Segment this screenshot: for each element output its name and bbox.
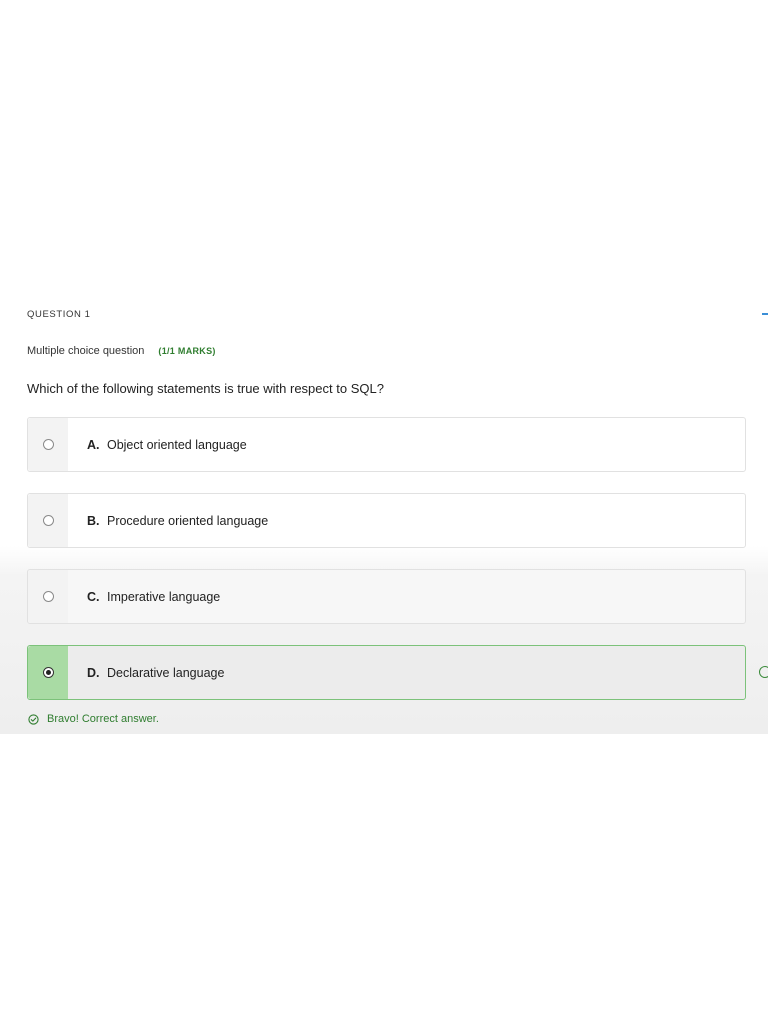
option-d-label: D. Declarative language xyxy=(87,666,224,680)
correct-status-icon xyxy=(759,666,768,678)
feedback: Bravo! Correct answer. xyxy=(28,713,159,725)
option-b-label: B. Procedure oriented language xyxy=(87,514,268,528)
option-b[interactable]: B. Procedure oriented language xyxy=(27,493,746,548)
option-a-letter: A. xyxy=(87,437,100,452)
option-c-label: C. Imperative language xyxy=(87,590,220,604)
option-c-radio[interactable] xyxy=(42,591,54,602)
question-text: Which of the following statements is tru… xyxy=(27,381,384,396)
option-d-radio[interactable] xyxy=(42,667,54,678)
option-d-radio-cell[interactable] xyxy=(28,646,68,699)
question-meta: Multiple choice question (1/1 MARKS) xyxy=(27,345,216,357)
option-a-label: A. Object oriented language xyxy=(87,438,247,452)
option-b-text: Procedure oriented language xyxy=(106,513,269,528)
option-a-radio-cell[interactable] xyxy=(28,418,68,471)
option-a[interactable]: A. Object oriented language xyxy=(27,417,746,472)
question-type: Multiple choice question xyxy=(27,345,145,357)
option-d-letter: D. xyxy=(87,665,100,680)
option-a-text: Object oriented language xyxy=(106,437,247,452)
quiz-panel: QUESTION 1 Multiple choice question (1/1… xyxy=(0,276,768,734)
option-b-letter: B. xyxy=(87,513,100,528)
check-circle-icon xyxy=(28,713,39,725)
option-b-radio[interactable] xyxy=(42,515,54,526)
option-c-radio-cell[interactable] xyxy=(28,570,68,623)
marks-badge: (1/1 MARKS) xyxy=(158,346,216,356)
option-d[interactable]: D. Declarative language xyxy=(27,645,746,700)
option-c-letter: C. xyxy=(87,589,100,604)
scroll-indicator xyxy=(762,313,768,315)
option-a-radio[interactable] xyxy=(42,439,54,450)
option-b-radio-cell[interactable] xyxy=(28,494,68,547)
question-number: QUESTION 1 xyxy=(27,309,91,320)
option-c-text: Imperative language xyxy=(106,589,221,604)
feedback-text: Bravo! Correct answer. xyxy=(47,713,159,725)
option-c[interactable]: C. Imperative language xyxy=(27,569,746,624)
option-d-text: Declarative language xyxy=(106,665,225,680)
